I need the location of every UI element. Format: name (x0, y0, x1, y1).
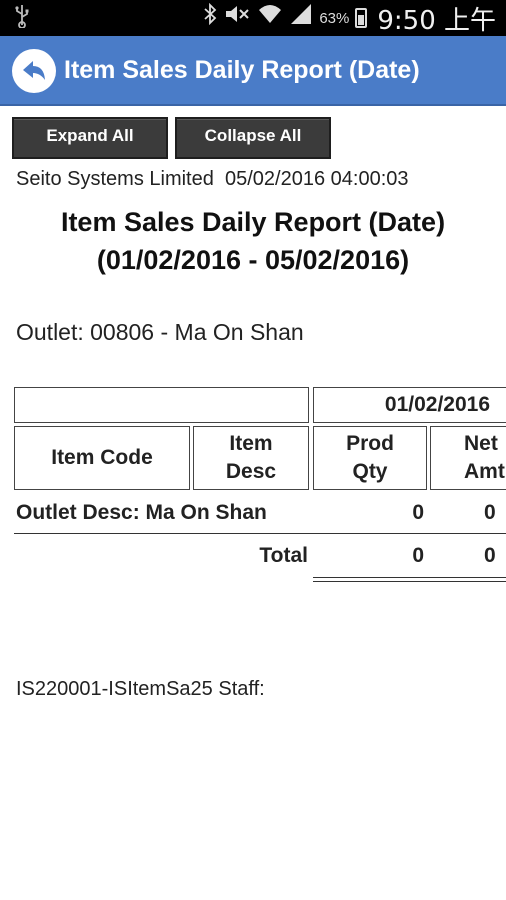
usb-icon (14, 4, 30, 34)
total-row-label: Total (259, 544, 308, 567)
total-double-rule-top (313, 577, 506, 578)
date-column-header: 01/02/2016 (313, 387, 506, 423)
total-double-rule-bottom (313, 581, 506, 582)
column-header-item-desc-line2: Desc (225, 460, 277, 483)
battery-icon (355, 8, 368, 28)
status-bar: 63% 9:50 上午 (0, 0, 506, 36)
outlet-label: Outlet: 00806 - Ma On Shan (16, 319, 304, 345)
clock: 9:50 上午 (377, 5, 496, 36)
wifi-icon (257, 3, 283, 34)
bluetooth-icon (203, 2, 217, 34)
signal-icon (289, 3, 313, 34)
outlet-desc-net-amt: 0 (484, 501, 496, 524)
battery-percent: 63% (319, 9, 350, 27)
outlet-desc-prod-qty: 0 (412, 501, 424, 524)
page-title: Item Sales Daily Report (Date) (64, 56, 420, 84)
outlet-desc-row-label: Outlet Desc: Ma On Shan (16, 501, 267, 524)
column-header-prod-qty-line2: Qty (352, 460, 388, 483)
column-header-net-amt: Net Amt (430, 426, 506, 490)
column-header-net-amt-line2: Amt (464, 460, 505, 483)
row-divider (14, 533, 506, 534)
report-title: Item Sales Daily Report (Date) (01/02/20… (0, 203, 506, 279)
column-header-prod-qty-line1: Prod (346, 432, 394, 455)
column-header-net-amt-line1: Net (464, 432, 498, 455)
report-footer: IS220001-ISItemSa25 Staff: (16, 678, 265, 700)
column-header-prod-qty: Prod Qty (313, 426, 427, 490)
total-net-amt: 0 (484, 544, 496, 567)
column-header-item-code: Item Code (14, 426, 190, 490)
report-date-range: (01/02/2016 - 05/02/2016) (96, 245, 410, 275)
expand-all-button[interactable]: Expand All (12, 117, 168, 159)
generated-timestamp: 05/02/2016 04:00:03 (224, 168, 409, 190)
company-name: Seito Systems Limited (16, 168, 214, 190)
table-corner-cell (14, 387, 309, 423)
column-header-item-desc-line1: Item (229, 432, 273, 455)
column-header-item-desc: Item Desc (193, 426, 309, 490)
report-title-line-1: Item Sales Daily Report (Date) (60, 207, 446, 237)
back-arrow-icon[interactable] (12, 49, 56, 93)
mute-icon (223, 3, 251, 34)
total-prod-qty: 0 (412, 544, 424, 567)
report-table[interactable]: 01/02/2016 Item Code Item Desc Prod Qty … (0, 380, 506, 600)
app-bar: Item Sales Daily Report (Date) (0, 36, 506, 106)
collapse-all-button[interactable]: Collapse All (175, 117, 331, 159)
report-header-line: Seito Systems Limited 05/02/2016 04:00:0… (16, 168, 409, 191)
